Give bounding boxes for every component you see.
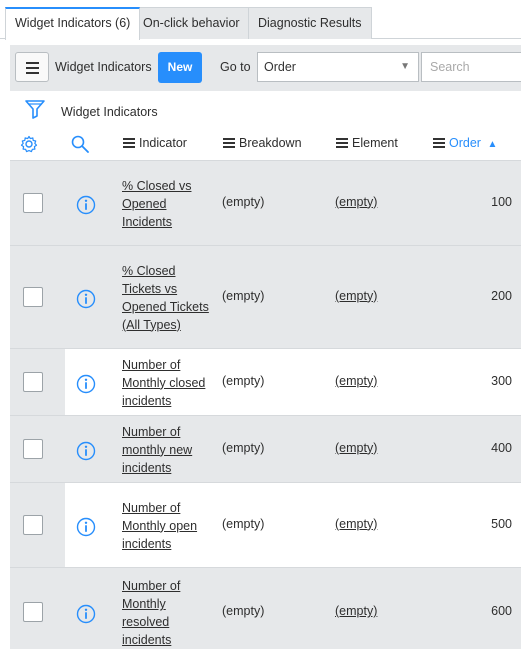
row-checkbox[interactable] — [23, 438, 43, 459]
indicator-link-line: monthly new — [122, 442, 193, 457]
indicator-link-line: Number of — [122, 579, 181, 593]
element-link[interactable]: (empty) — [335, 374, 377, 388]
indicator-link[interactable]: Number of Monthly open incidents — [122, 499, 214, 553]
table-row: Number of Monthly open incidents (empty) (em… — [10, 482, 521, 567]
indicator-link-line: % Closed — [122, 263, 176, 278]
indicator-link[interactable]: Number of Monthly resolved incidents — [122, 577, 214, 649]
table-row: Number of monthly new incidents (empty) (emp… — [10, 415, 521, 482]
hamburger-icon — [26, 62, 39, 64]
column-header-indicator-label: Indicator — [139, 136, 187, 150]
hamburger-icon-line — [26, 72, 39, 74]
dropdown-caret-icon: ▼ — [400, 61, 410, 72]
element-link[interactable]: (empty) — [335, 517, 377, 531]
column-header-indicator[interactable]: Indicator — [123, 136, 187, 150]
hamburger-icon-line — [26, 67, 39, 69]
filter-icon[interactable] — [24, 98, 46, 120]
order-value: 400 — [491, 440, 512, 455]
indicator-link[interactable]: % Closed vs Opened Incidents — [122, 177, 214, 231]
breakdown-value: (empty) — [222, 373, 265, 388]
new-button[interactable]: New — [158, 52, 202, 83]
order-value: 500 — [491, 516, 512, 531]
indicator-link-line: Opened Tickets — [122, 299, 209, 314]
column-header-order-label: Order — [449, 136, 481, 150]
column-menu-icon[interactable] — [123, 138, 135, 148]
column-header-element[interactable]: Element — [336, 136, 398, 150]
indicator-link-line: incidents — [122, 633, 172, 647]
order-value: 200 — [491, 288, 512, 303]
column-menu-icon[interactable] — [336, 138, 348, 148]
indicator-link[interactable]: Number of monthly new incidents — [122, 423, 214, 477]
element-link[interactable]: (empty) — [335, 195, 377, 209]
goto-selected-value: Order — [264, 60, 296, 74]
indicator-link[interactable]: Number of Monthly closed incidents — [122, 356, 214, 410]
info-icon[interactable] — [76, 289, 96, 309]
indicator-link-line: % Closed vs — [122, 178, 192, 193]
indicator-link-line: Number of — [122, 424, 181, 439]
goto-field-select[interactable]: Order ▼ — [257, 52, 419, 82]
tab-widget-indicators[interactable]: Widget Indicators (6) — [5, 7, 141, 40]
row-checkbox[interactable] — [23, 192, 43, 213]
column-header-order[interactable]: Order ▲ — [433, 136, 497, 150]
indicator-link-line: Tickets vs — [122, 281, 178, 296]
indicator-link-line: Monthly — [122, 597, 166, 611]
column-header-element-label: Element — [352, 136, 398, 150]
column-menu-icon[interactable] — [223, 138, 235, 148]
indicator-link-line: Monthly open — [122, 518, 198, 533]
list-title: Widget Indicators — [55, 60, 152, 74]
gear-icon[interactable] — [20, 135, 38, 153]
table-row: % Closed Tickets vs Opened Tickets (All Typ… — [10, 245, 521, 348]
row-checkbox[interactable] — [23, 286, 43, 307]
breadcrumb[interactable]: Widget Indicators — [61, 105, 158, 119]
list-header-bar: Widget Indicators New Go to Order ▼ — [10, 45, 521, 91]
table-row: Number of Monthly resolved incidents (empty)… — [10, 567, 521, 649]
breakdown-value: (empty) — [222, 604, 265, 618]
search-icon[interactable] — [71, 135, 89, 153]
indicator-link[interactable]: % Closed Tickets vs Opened Tickets (All Typ… — [122, 262, 214, 334]
indicator-link-line: Number of — [122, 357, 181, 372]
column-header-row: Indicator Breakdown Element Order ▲ — [10, 128, 521, 160]
column-header-breakdown-label: Breakdown — [239, 136, 302, 150]
info-icon[interactable] — [76, 195, 96, 215]
info-icon[interactable] — [76, 517, 96, 537]
column-header-breakdown[interactable]: Breakdown — [223, 136, 302, 150]
breakdown-value: (empty) — [222, 288, 265, 303]
indicator-link-line: incidents — [122, 460, 172, 475]
info-icon[interactable] — [76, 604, 96, 624]
order-value: 100 — [491, 194, 512, 209]
row-checkbox[interactable] — [23, 602, 43, 622]
related-list-tabs: Widget Indicators (6) On-click behavior … — [0, 0, 521, 40]
tab-on-click-behavior[interactable]: On-click behavior — [133, 7, 250, 39]
table-row: Number of Monthly closed incidents (empty) (… — [10, 348, 521, 415]
breakdown-value: (empty) — [222, 194, 265, 209]
order-value: 600 — [491, 604, 512, 618]
info-icon[interactable] — [76, 441, 96, 461]
list-menu-button[interactable] — [15, 52, 49, 82]
row-checkbox[interactable] — [23, 514, 43, 535]
order-value: 300 — [491, 373, 512, 388]
indicator-link-line: Monthly closed — [122, 375, 206, 390]
indicator-link-line: incidents — [122, 536, 172, 551]
column-menu-icon[interactable] — [433, 138, 445, 148]
indicator-link-line: (All Types) — [122, 317, 181, 332]
indicator-link-line: resolved — [122, 615, 170, 629]
indicator-link-line: Incidents — [122, 214, 173, 229]
sort-ascending-icon: ▲ — [487, 139, 498, 150]
element-link[interactable]: (empty) — [335, 604, 377, 618]
indicator-link-line: Opened — [122, 196, 167, 211]
goto-label: Go to — [220, 60, 251, 74]
table-row: % Closed vs Opened Incidents (empty) (empty)… — [10, 160, 521, 245]
tab-diagnostic-results[interactable]: Diagnostic Results — [248, 7, 372, 39]
element-link[interactable]: (empty) — [335, 289, 377, 303]
element-link[interactable]: (empty) — [335, 441, 377, 455]
breakdown-value: (empty) — [222, 440, 265, 455]
breakdown-value: (empty) — [222, 516, 265, 531]
row-checkbox[interactable] — [23, 371, 43, 392]
indicator-link-line: incidents — [122, 393, 172, 408]
indicator-link-line: Number of — [122, 500, 181, 515]
info-icon[interactable] — [76, 374, 96, 394]
search-input[interactable] — [421, 52, 521, 82]
